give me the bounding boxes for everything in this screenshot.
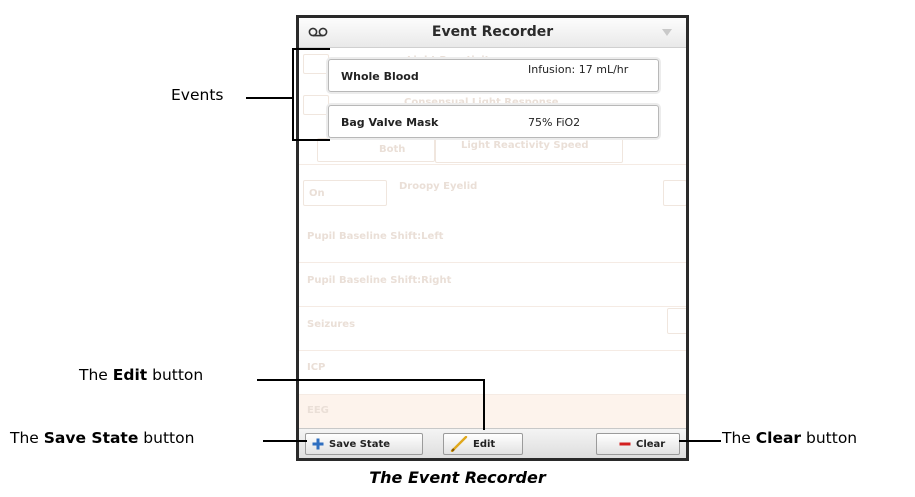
figure-caption: The Event Recorder <box>369 468 546 487</box>
event-item[interactable]: Whole Blood Infusion: 17 mL/hr <box>328 59 659 92</box>
save-callout-prefix: The <box>10 429 44 447</box>
save-callout-bold: Save State <box>43 429 139 447</box>
ghost-text: Both <box>379 144 406 155</box>
ghost-toggle <box>663 180 686 206</box>
clear-callout: The Clear button <box>722 429 857 447</box>
clear-callout-bold: Clear <box>755 429 802 447</box>
event-name: Bag Valve Mask <box>341 116 439 129</box>
event-item[interactable]: Bag Valve Mask 75% FiO2 <box>328 105 659 138</box>
event-value: 75% FiO2 <box>528 116 581 129</box>
ghost-text: EEG <box>307 405 329 416</box>
ghost-toggle <box>303 54 329 74</box>
save-leader-line <box>263 440 307 442</box>
ghost-text: Pupil Baseline Shift:Left <box>307 231 444 242</box>
save-state-label: Save State <box>329 438 391 450</box>
ghost-segment <box>317 138 435 162</box>
edit-callout-suffix: button <box>147 366 204 384</box>
save-state-button[interactable]: Save State <box>305 433 423 455</box>
clear-callout-prefix: The <box>722 429 756 447</box>
minus-icon <box>619 442 631 446</box>
title-bar: Event Recorder <box>299 18 686 48</box>
ghost-divider <box>299 164 686 165</box>
events-callout: Events <box>171 86 224 104</box>
ghost-toggle <box>667 308 686 334</box>
ghost-text: Light Reactivity Speed <box>461 140 589 151</box>
ghost-text: Pupil Baseline Shift:Right <box>307 275 452 286</box>
ghost-toggle <box>303 95 329 115</box>
ghost-text: Seizures <box>307 319 356 330</box>
edit-leader-drop <box>483 379 485 430</box>
dropdown-triangle-icon[interactable] <box>662 29 672 36</box>
event-name: Whole Blood <box>341 70 419 83</box>
ghost-row <box>299 307 686 351</box>
ghost-row <box>299 395 686 429</box>
clear-callout-suffix: button <box>801 429 858 447</box>
clear-label: Clear <box>636 438 666 450</box>
edit-callout-prefix: The <box>79 366 113 384</box>
plus-icon <box>312 438 324 450</box>
edit-label: Edit <box>473 438 496 450</box>
window-title: Event Recorder <box>431 24 554 40</box>
pencil-icon <box>450 436 468 452</box>
clear-button[interactable]: Clear <box>596 433 680 455</box>
edit-leader-line <box>257 379 485 381</box>
button-bar: Save State Edit Clear <box>299 428 686 458</box>
edit-callout: The Edit button <box>79 366 203 384</box>
clear-leader-line <box>679 440 721 442</box>
ghost-text: Droopy Eyelid <box>399 181 478 192</box>
event-recorder-panel: Event Recorder Light Reactivity Consensu… <box>296 15 689 461</box>
save-callout-suffix: button <box>138 429 195 447</box>
ghost-text: ICP <box>307 362 326 373</box>
events-bracket <box>292 48 294 140</box>
edit-callout-bold: Edit <box>112 366 148 384</box>
ghost-text: On <box>309 188 325 199</box>
event-value: Infusion: 17 mL/hr <box>528 63 629 76</box>
ghost-row <box>299 351 686 395</box>
edit-button[interactable]: Edit <box>443 433 523 455</box>
save-state-callout: The Save State button <box>10 429 194 447</box>
events-leader-line <box>246 97 292 99</box>
events-bracket-bottom <box>292 139 330 141</box>
events-bracket-top <box>292 48 330 50</box>
